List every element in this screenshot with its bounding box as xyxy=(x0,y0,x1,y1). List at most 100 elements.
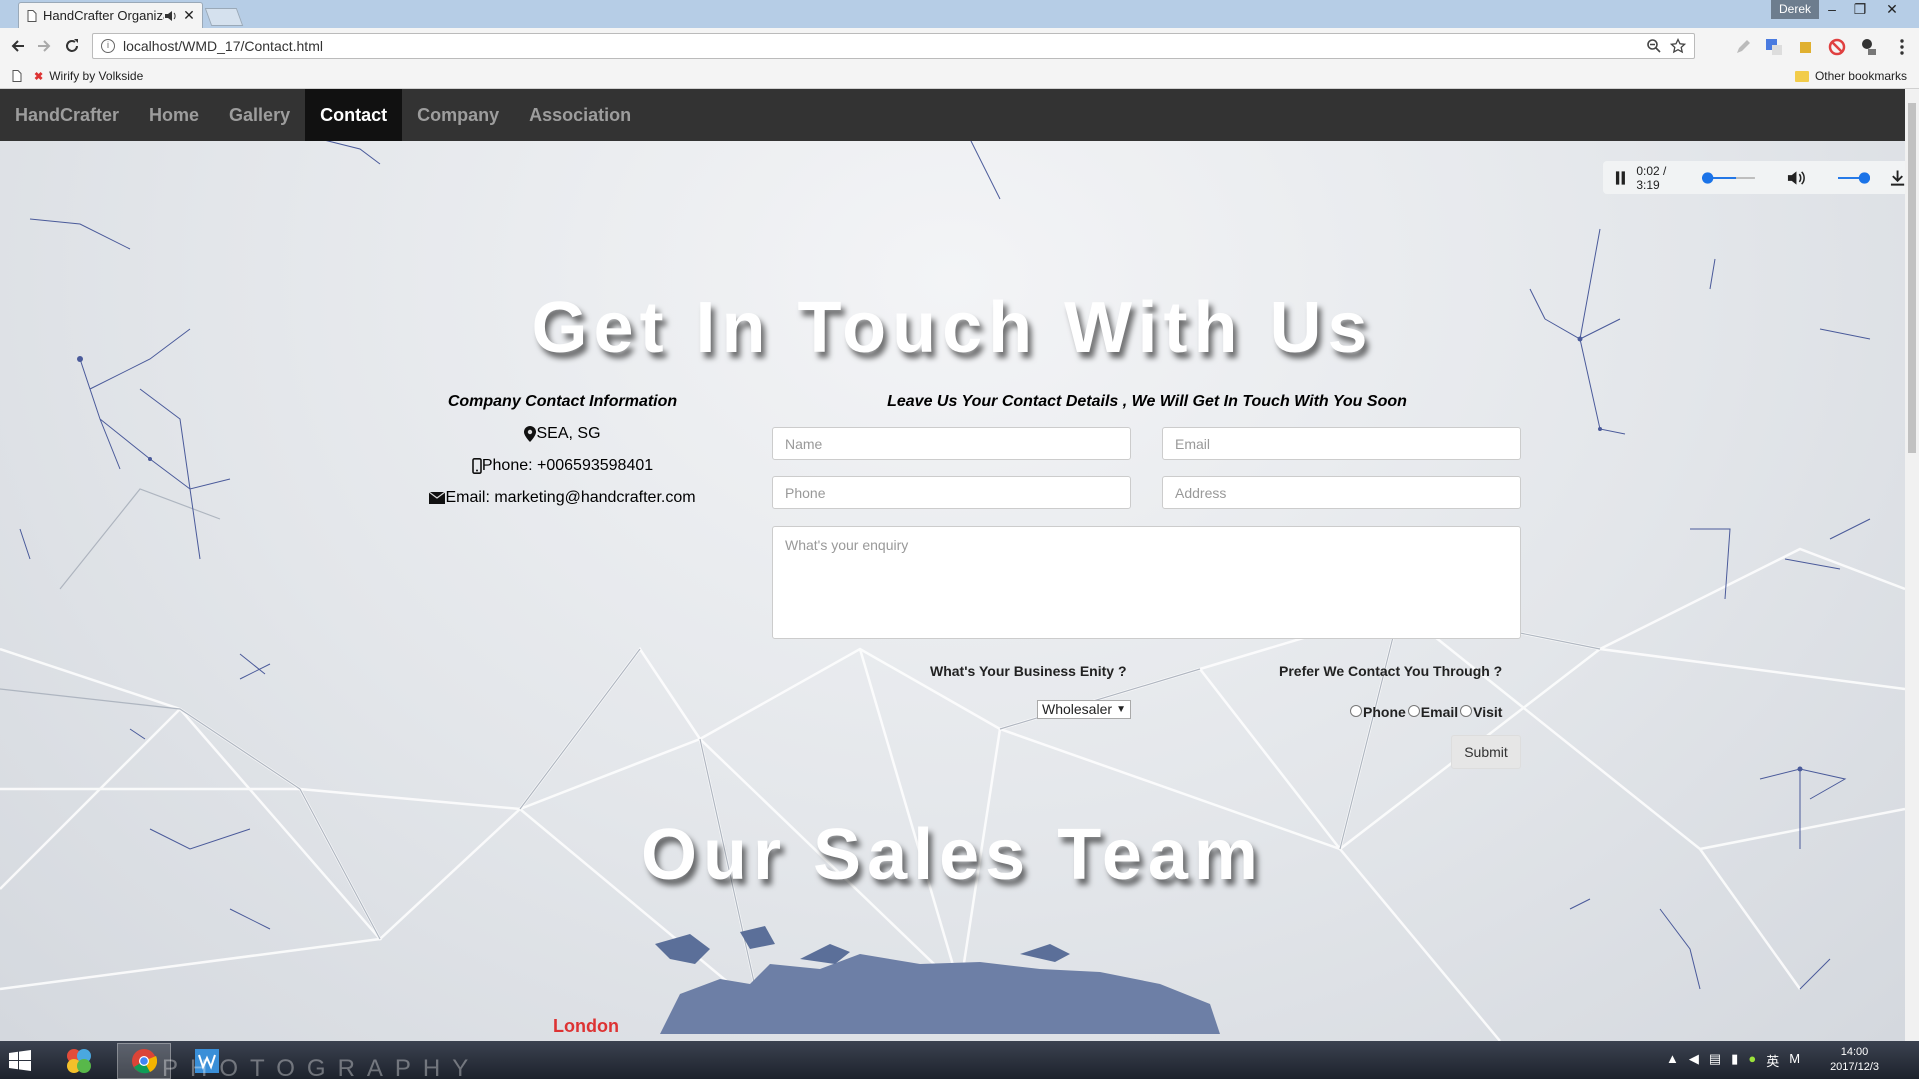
apps-page-icon[interactable] xyxy=(12,70,22,82)
radio-phone[interactable] xyxy=(1350,704,1362,717)
other-bookmarks[interactable]: Other bookmarks xyxy=(1794,69,1907,83)
minimize-icon[interactable]: – xyxy=(1818,0,1846,20)
business-entity-select[interactable]: Wholesaler ▼ xyxy=(1037,700,1131,719)
company-info-title: Company Contact Information xyxy=(447,393,678,410)
submit-button[interactable]: Submit xyxy=(1451,735,1521,769)
form-title: Leave Us Your Contact Details , We Will … xyxy=(887,393,1407,410)
chrome-icon xyxy=(132,1049,157,1074)
company-contact-info: Company Contact Information SEA, SG Phon… xyxy=(420,393,705,521)
pause-icon[interactable] xyxy=(1615,170,1626,185)
radio-email[interactable] xyxy=(1407,704,1420,717)
business-entity-value: Wholesaler xyxy=(1042,701,1113,717)
radio-visit[interactable] xyxy=(1460,704,1473,717)
phone-text: Phone: +006593598401 xyxy=(481,457,654,474)
bookmark-label: Wirify by Volkside xyxy=(49,69,144,83)
other-bookmarks-label: Other bookmarks xyxy=(1814,69,1907,83)
enquiry-textarea[interactable] xyxy=(772,526,1521,639)
folder-icon xyxy=(1794,70,1809,82)
system-clock[interactable]: 14:00 2017/12/3 xyxy=(1830,1045,1879,1075)
clock-date: 2017/12/3 xyxy=(1830,1061,1879,1073)
phone-input[interactable] xyxy=(772,476,1131,509)
nav-contact[interactable]: Contact xyxy=(305,89,403,141)
address-input[interactable] xyxy=(1162,476,1521,509)
map-city-london[interactable]: London xyxy=(553,1016,619,1037)
nav-gallery[interactable]: Gallery xyxy=(214,89,305,141)
wirify-icon: ✖ xyxy=(34,70,44,83)
scrollbar-thumb[interactable] xyxy=(1908,103,1916,453)
back-icon[interactable] xyxy=(8,36,28,56)
name-input[interactable] xyxy=(772,427,1131,460)
page-icon xyxy=(27,9,37,22)
nav-association[interactable]: Association xyxy=(514,89,646,141)
radio-email-label: Email xyxy=(1420,704,1459,720)
taskbar-app-photos[interactable] xyxy=(52,1043,106,1079)
tray-keyboard-icon[interactable]: M xyxy=(1789,1051,1800,1070)
info-icon[interactable]: i xyxy=(101,39,115,53)
restore-icon[interactable]: ❐ xyxy=(1846,0,1874,20)
tray-volume-icon[interactable]: ◀ xyxy=(1689,1051,1699,1070)
windows-start-icon[interactable] xyxy=(8,1049,32,1073)
sales-team-heading: Our Sales Team xyxy=(641,815,1264,895)
audio-player: 0:02 / 3:19 xyxy=(1603,161,1905,194)
phone-row: Phone: +006593598401 xyxy=(420,457,705,475)
system-tray: ▲ ◀ ▤ ▮ ● 英 M xyxy=(1666,1051,1800,1070)
browser-tab[interactable]: HandCrafter Organiza ✕ xyxy=(18,2,203,28)
download-icon[interactable] xyxy=(1890,169,1905,187)
get-in-touch-heading: Get In Touch With Us xyxy=(531,288,1374,368)
contact-preference-label: Prefer We Contact You Through ? xyxy=(1279,663,1503,679)
speaker-icon[interactable] xyxy=(164,10,178,22)
address-bar[interactable]: i localhost/WMD_17/Contact.html xyxy=(92,33,1695,59)
browser-titlebar: HandCrafter Organiza ✕ Derek – ❐ ✕ xyxy=(0,0,1919,28)
site-navbar: HandCrafter Home Gallery Contact Company… xyxy=(0,89,1905,141)
block-extension-icon[interactable] xyxy=(1827,37,1847,57)
volume-icon[interactable] xyxy=(1787,169,1806,187)
nav-home[interactable]: Home xyxy=(134,89,214,141)
puzzle-extension-icon[interactable] xyxy=(1796,37,1816,57)
pencil-extension-icon[interactable] xyxy=(1733,37,1753,57)
email-input[interactable] xyxy=(1162,427,1521,460)
tray-network-icon[interactable]: ▤ xyxy=(1709,1051,1721,1070)
caret-down-icon: ▼ xyxy=(1116,704,1126,715)
wallpaper-watermark: PHOTOGRAPHY xyxy=(162,1055,481,1079)
account-extension-icon[interactable] xyxy=(1858,37,1878,57)
envelope-icon xyxy=(429,492,446,504)
tray-ime-icon[interactable]: 英 xyxy=(1766,1051,1779,1070)
radio-phone-label: Phone xyxy=(1363,704,1406,720)
nav-brand[interactable]: HandCrafter xyxy=(0,89,134,141)
page-scrollbar[interactable] xyxy=(1905,89,1919,1041)
tab-title: HandCrafter Organiza xyxy=(43,8,164,23)
windows-taskbar: PHOTOGRAPHY ▲ ◀ ▤ ▮ ● 英 M 14:00 2017/12/… xyxy=(0,1041,1919,1079)
url-text: localhost/WMD_17/Contact.html xyxy=(123,38,323,54)
audio-time: 0:02 / 3:19 xyxy=(1636,163,1667,192)
tray-chevron-icon[interactable]: ▲ xyxy=(1666,1051,1679,1070)
nav-company[interactable]: Company xyxy=(402,89,514,141)
reload-icon[interactable] xyxy=(62,36,82,56)
email-row: Email: marketing@handcrafter.com xyxy=(420,489,705,507)
email-text: Email: marketing@handcrafter.com xyxy=(445,489,696,506)
clock-time: 14:00 xyxy=(1840,1046,1869,1058)
page-viewport: HandCrafter Home Gallery Contact Company… xyxy=(0,89,1905,1041)
map-marker-icon xyxy=(524,426,537,442)
bookmark-wirify[interactable]: ✖ Wirify by Volkside xyxy=(34,69,143,83)
window-close-icon[interactable]: ✕ xyxy=(1878,0,1906,20)
location-row: SEA, SG xyxy=(420,425,705,443)
tab-close-icon[interactable]: ✕ xyxy=(182,7,196,24)
translate-extension-icon[interactable] xyxy=(1764,37,1784,57)
business-entity-label: What's Your Business Enity ? xyxy=(930,663,1127,679)
volume-slider[interactable] xyxy=(1837,171,1870,185)
forward-icon[interactable] xyxy=(34,36,54,56)
seek-slider[interactable] xyxy=(1701,171,1755,185)
new-tab-button[interactable] xyxy=(204,8,244,26)
star-icon[interactable] xyxy=(1670,38,1686,54)
profile-button[interactable]: Derek xyxy=(1771,0,1819,19)
browser-toolbar: i localhost/WMD_17/Contact.html xyxy=(0,28,1919,65)
radio-visit-label: Visit xyxy=(1473,704,1503,720)
zoom-icon[interactable] xyxy=(1646,38,1662,54)
mobile-phone-icon xyxy=(472,458,482,474)
world-map-graphic xyxy=(655,926,1220,1034)
bookmarks-bar: ✖ Wirify by Volkside Other bookmarks xyxy=(0,65,1919,89)
location-text: SEA, SG xyxy=(536,425,601,442)
menu-icon[interactable] xyxy=(1892,37,1912,57)
tray-app-icon[interactable]: ● xyxy=(1748,1051,1756,1070)
tray-signal-icon[interactable]: ▮ xyxy=(1731,1051,1738,1070)
